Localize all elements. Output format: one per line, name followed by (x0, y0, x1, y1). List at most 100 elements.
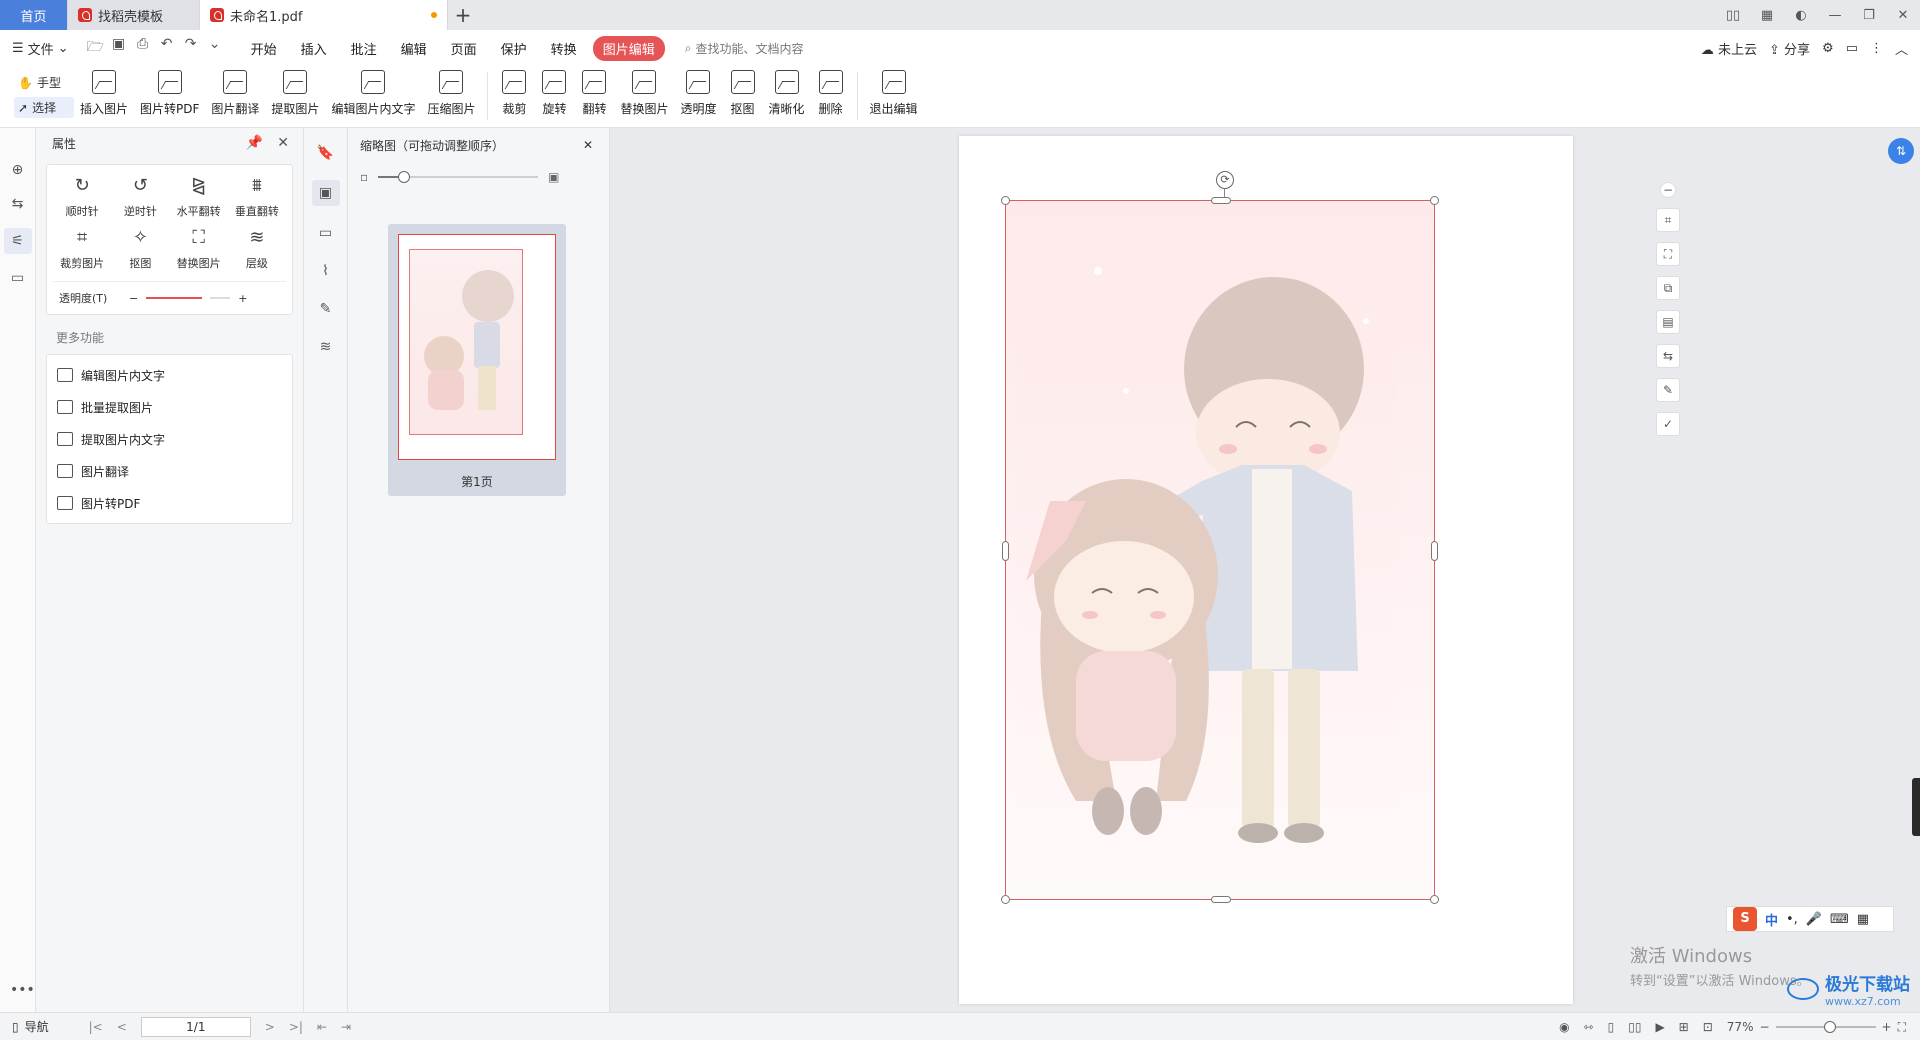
attachment-icon[interactable]: ⌇ (312, 260, 340, 282)
extract-text-item[interactable]: 提取图片内文字 (47, 423, 292, 455)
bookmark-icon[interactable]: 🔖 (312, 142, 340, 164)
crop-button[interactable]: 裁剪 (494, 66, 534, 117)
compress-image-button[interactable]: 压缩图片 (421, 66, 481, 117)
edit-text-icon[interactable]: ✎ (1656, 378, 1680, 402)
menu-image-edit[interactable]: 图片编辑 (592, 35, 665, 61)
more-icon[interactable]: ⌄ (207, 36, 223, 60)
extract-text-icon[interactable]: ▤ (1656, 310, 1680, 334)
fullscreen-icon[interactable]: ⛶ (1898, 1020, 1906, 1035)
batch-extract-item[interactable]: 批量提取图片 (47, 391, 292, 423)
edit-image-text-item[interactable]: 编辑图片内文字 (47, 359, 292, 391)
insert-image-button[interactable]: 插入图片 (74, 66, 134, 117)
image-translate-button[interactable]: 图片翻译 (205, 66, 265, 117)
file-menu[interactable]: ☰ 文件 ⌄ (12, 39, 69, 58)
replace-image-button[interactable]: ⛶ 替换图片 (170, 227, 228, 271)
punctuation-icon[interactable]: •, (1786, 912, 1798, 927)
zoom-slider[interactable] (1775, 1021, 1876, 1033)
menu-convert[interactable]: 转换 (539, 39, 589, 58)
image-translate-item[interactable]: 图片翻译 (47, 455, 292, 487)
sharpen-button[interactable]: 清晰化 (763, 66, 811, 117)
flip-horizontal-button[interactable]: ⧎ 水平翻转 (170, 175, 228, 219)
close-icon[interactable]: ✕ (277, 135, 289, 151)
minimize-button[interactable]: — (1818, 8, 1852, 23)
more-icon[interactable]: ••• (10, 982, 35, 998)
navigation-toggle[interactable]: ▯ 导航 (12, 1018, 49, 1035)
opacity-slider-fill[interactable] (146, 297, 203, 299)
eye-icon[interactable]: ◉ (1559, 1020, 1569, 1034)
page-thumbnail[interactable]: 第1页 (388, 224, 566, 496)
rotate-button[interactable]: 旋转 (534, 66, 574, 117)
layers-icon[interactable]: ≋ (312, 336, 340, 358)
pin-icon[interactable]: 📌 (246, 135, 263, 151)
save-icon[interactable]: ▣ (111, 36, 127, 60)
tab-home[interactable]: 首页 (0, 0, 68, 30)
resize-handle-br[interactable] (1430, 895, 1439, 904)
more-vertical-icon[interactable]: ⋮ (1870, 41, 1883, 56)
page-input[interactable]: 1/1 (140, 1016, 251, 1037)
share-button[interactable]: ⇪ 分享 (1769, 39, 1810, 58)
resize-handle-top[interactable] (1211, 197, 1231, 204)
replace-image-button[interactable]: 替换图片 (614, 66, 674, 117)
print-icon[interactable]: ⎙ (135, 36, 151, 60)
settings-icon[interactable]: ⚙ (1822, 41, 1834, 56)
redo-icon[interactable]: ↷ (183, 36, 199, 60)
minus-icon[interactable]: − (129, 292, 138, 305)
resize-handle-bl[interactable] (1001, 895, 1010, 904)
cutout-button[interactable]: ✧ 抠图 (111, 227, 169, 271)
play-icon[interactable]: ▶ (1655, 1020, 1664, 1034)
prev-view-icon[interactable]: ⇤ (317, 1020, 327, 1034)
properties-icon[interactable]: ⚟ (3, 228, 32, 254)
image-to-pdf-button[interactable]: 图片转PDF (134, 66, 205, 117)
image-to-pdf-item[interactable]: 图片转PDF (47, 487, 292, 519)
resize-handle-tl[interactable] (1001, 196, 1010, 205)
menu-page[interactable]: 页面 (439, 39, 489, 58)
slider-knob[interactable] (398, 171, 411, 183)
rotate-handle[interactable]: ⟳ (1216, 171, 1234, 189)
single-page-icon[interactable]: ▯ (1608, 1020, 1615, 1034)
replace-image-icon[interactable]: ⛶ (1656, 242, 1680, 266)
menu-start[interactable]: 开始 (239, 39, 289, 58)
resize-handle-left[interactable] (1002, 541, 1009, 561)
side-grip-handle[interactable] (1912, 778, 1920, 836)
double-page-icon[interactable]: ▯▯ (1628, 1020, 1641, 1034)
new-tab-button[interactable]: + (448, 0, 478, 30)
menu-protect[interactable]: 保护 (489, 39, 539, 58)
transform-icon[interactable]: ⧉ (1656, 276, 1680, 300)
avatar[interactable]: ◐ (1784, 8, 1818, 23)
sogou-icon[interactable]: S (1733, 907, 1757, 931)
plus-icon[interactable]: + (238, 292, 247, 305)
tab-document[interactable]: 未命名1.pdf (200, 0, 448, 30)
signature-icon[interactable]: ✎ (312, 298, 340, 320)
thumbnail-icon[interactable]: ▣ (311, 180, 340, 206)
fit-width-icon[interactable]: ⊞ (1679, 1020, 1689, 1034)
delete-button[interactable]: 删除 (811, 66, 851, 117)
zoom-out-icon[interactable]: − (1759, 1020, 1769, 1034)
resize-handle-tr[interactable] (1430, 196, 1439, 205)
apps-icon[interactable]: ▦ (1857, 912, 1869, 927)
ime-mode[interactable]: 中 (1765, 910, 1778, 929)
prev-page-icon[interactable]: < (117, 1020, 127, 1034)
layout-icon[interactable]: ▯▯ (1716, 8, 1750, 23)
open-icon[interactable]: 🗁 (87, 36, 104, 60)
microphone-icon[interactable]: 🎤 (1806, 912, 1822, 927)
resize-handle-bottom[interactable] (1211, 896, 1231, 903)
small-image-icon[interactable]: ▫ (360, 170, 368, 184)
properties-title[interactable]: 属性 (52, 135, 76, 152)
flip-vertical-button[interactable]: ⩩ 垂直翻转 (228, 175, 286, 219)
hand-tool[interactable]: ✋ 手型 (14, 72, 74, 93)
translate-icon[interactable]: ⇆ (1656, 344, 1680, 368)
menu-insert[interactable]: 插入 (289, 39, 339, 58)
menu-comment[interactable]: 批注 (339, 39, 389, 58)
comment-icon[interactable]: ▭ (1846, 41, 1858, 56)
restore-button[interactable]: ❐ (1852, 8, 1886, 23)
zoom-level[interactable]: 77% (1727, 1020, 1754, 1034)
exit-edit-button[interactable]: 退出编辑 (864, 66, 924, 117)
edit-image-text-button[interactable]: 编辑图片内文字 (325, 66, 421, 117)
collapse-icon[interactable]: ︿ (1895, 39, 1908, 58)
first-page-icon[interactable]: |< (89, 1020, 103, 1034)
selected-image[interactable]: ⟳ (1001, 171, 1439, 904)
opacity-button[interactable]: 透明度 (674, 66, 722, 117)
flip-button[interactable]: 翻转 (574, 66, 614, 117)
undo-icon[interactable]: ↶ (159, 36, 175, 60)
tab-template[interactable]: 找稻壳模板 (68, 0, 200, 30)
